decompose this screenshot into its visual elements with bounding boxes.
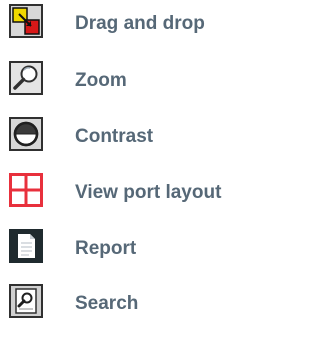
menu-item-drag-and-drop[interactable]: Drag and drop [0, 1, 256, 45]
magnifier-icon [9, 61, 43, 95]
menu-item-label: View port layout [75, 182, 222, 203]
tool-menu: Drag and drop Zoom Contrast View port la… [0, 0, 256, 337]
grid-layout-icon [9, 173, 43, 207]
menu-item-view-port-layout[interactable]: View port layout [0, 170, 256, 214]
menu-item-zoom[interactable]: Zoom [0, 58, 256, 102]
menu-item-report[interactable]: Report [0, 226, 256, 270]
menu-item-contrast[interactable]: Contrast [0, 114, 256, 158]
menu-item-label: Drag and drop [75, 13, 205, 34]
menu-item-search[interactable]: Search [0, 281, 256, 325]
menu-item-label: Report [75, 238, 137, 259]
document-icon [9, 229, 43, 263]
search-document-icon [9, 284, 43, 318]
menu-item-label: Search [75, 293, 139, 314]
drag-and-drop-icon [9, 4, 43, 38]
menu-item-label: Zoom [75, 70, 127, 91]
contrast-circle-icon [9, 117, 43, 151]
menu-item-label: Contrast [75, 126, 154, 147]
